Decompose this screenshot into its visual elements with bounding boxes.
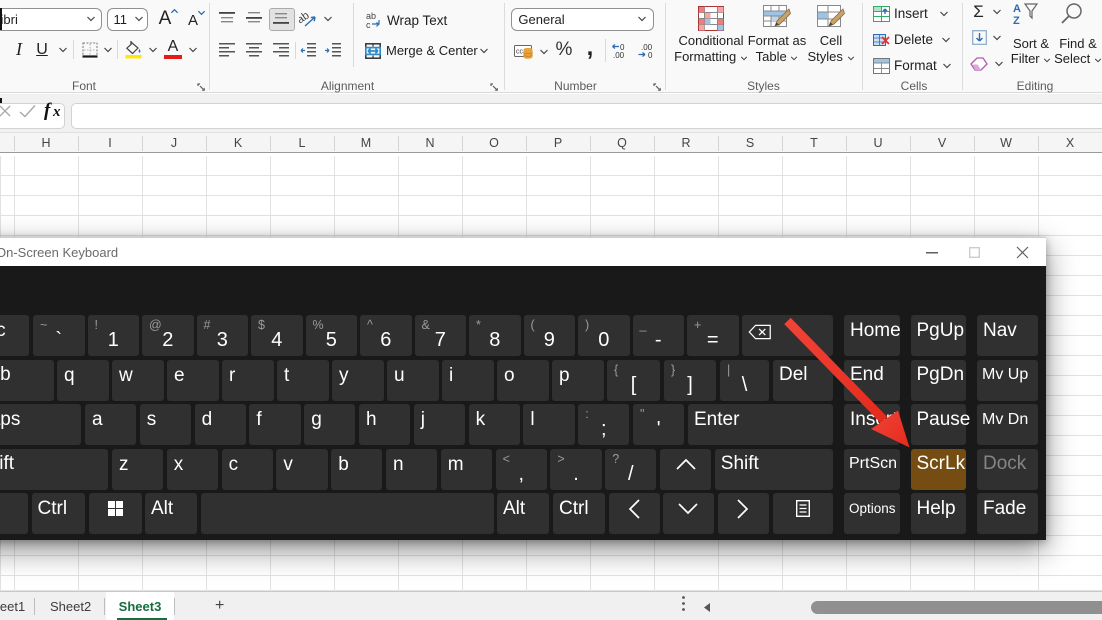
svg-text:.00: .00 xyxy=(613,51,625,59)
svg-text:Z: Z xyxy=(1013,15,1020,26)
svg-text:cc: cc xyxy=(516,49,524,56)
svg-text:c: c xyxy=(366,20,371,29)
svg-text:A: A xyxy=(1013,3,1021,15)
svg-text:0: 0 xyxy=(648,51,653,59)
svg-text:ab: ab xyxy=(299,9,312,26)
